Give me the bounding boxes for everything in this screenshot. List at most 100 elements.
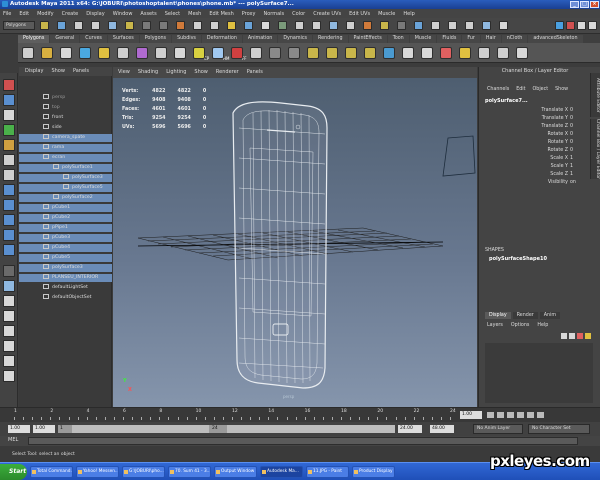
shelf-tab-advancedskeleton[interactable]: advancedSkeleton xyxy=(528,35,583,43)
panel-toggle-icon[interactable] xyxy=(555,21,564,30)
layer-tab-render[interactable]: Render xyxy=(512,312,538,319)
shelf-tool-icon[interactable] xyxy=(117,47,129,59)
play-back-icon[interactable] xyxy=(507,412,514,418)
toolbox-tool-icon[interactable] xyxy=(3,310,15,322)
menu-create-uvs[interactable]: Create UVs xyxy=(313,11,341,17)
character-set-select[interactable]: No Character Set xyxy=(528,424,590,434)
layer-menu-help[interactable]: Help xyxy=(537,323,548,328)
panel-toggle-icon[interactable] xyxy=(588,21,597,30)
shelf-tab-polygons[interactable]: Polygons xyxy=(18,35,50,43)
step-forward-icon[interactable] xyxy=(527,412,534,418)
channel-attr-value[interactable]: 0 xyxy=(570,123,573,131)
status-tool-icon[interactable] xyxy=(108,21,117,30)
status-tool-icon[interactable] xyxy=(431,21,440,30)
menu-edit-mesh[interactable]: Edit Mesh xyxy=(209,11,233,17)
status-tool-icon[interactable] xyxy=(363,21,372,30)
status-tool-icon[interactable] xyxy=(74,21,83,30)
channel-attr-row[interactable]: Scale Z1 xyxy=(485,171,593,179)
status-tool-icon[interactable] xyxy=(380,21,389,30)
layer-tool-icon[interactable] xyxy=(561,333,567,339)
outliner-menu-display[interactable]: Display xyxy=(25,67,43,76)
menu-edit[interactable]: Edit xyxy=(19,11,29,17)
current-frame-field[interactable]: 1.00 xyxy=(460,411,482,419)
channel-menu-channels[interactable]: Channels xyxy=(487,87,509,92)
shelf-tool-icon[interactable] xyxy=(98,47,110,59)
outliner-item[interactable]: rama xyxy=(19,144,112,152)
menu-normals[interactable]: Normals xyxy=(263,11,284,17)
menu-muscle[interactable]: Muscle xyxy=(378,11,395,17)
channel-attr-row[interactable]: Translate X0 xyxy=(485,107,593,115)
shelf-tool-icon[interactable] xyxy=(212,47,224,59)
channel-attr-value[interactable]: 0 xyxy=(570,107,573,115)
go-to-start-icon[interactable] xyxy=(487,412,494,418)
shelf-tab-polygons[interactable]: Polygons xyxy=(139,35,172,43)
channel-attr-value[interactable]: 1 xyxy=(570,171,573,179)
shelf-tab-general[interactable]: General xyxy=(50,35,80,43)
range-end-handle[interactable]: 24 xyxy=(209,425,227,433)
status-tool-icon[interactable] xyxy=(40,21,49,30)
channel-attr-row[interactable]: Rotate X0 xyxy=(485,131,593,139)
shelf-tool-icon[interactable] xyxy=(250,47,262,59)
shelf-tab-dynamics[interactable]: Dynamics xyxy=(278,35,313,43)
panel-toggle-icon[interactable] xyxy=(566,21,575,30)
status-tool-icon[interactable] xyxy=(499,21,508,30)
shelf-tool-icon[interactable] xyxy=(269,47,281,59)
viewport-menu-shading[interactable]: Shading xyxy=(138,67,158,78)
status-tool-icon[interactable] xyxy=(397,21,406,30)
viewport-menu-view[interactable]: View xyxy=(118,67,130,78)
outliner-item[interactable]: persp xyxy=(19,94,112,102)
outliner-item[interactable]: polySurface3 xyxy=(19,264,112,272)
close-button[interactable]: × xyxy=(590,1,599,8)
toolbox-tool-icon[interactable] xyxy=(3,214,15,226)
outliner-item[interactable]: camera_spate xyxy=(19,134,112,142)
start-time-field[interactable]: 1.00 xyxy=(8,425,30,433)
shelf-tool-icon[interactable] xyxy=(155,47,167,59)
status-tool-icon[interactable] xyxy=(329,21,338,30)
shelf-tool-icon[interactable] xyxy=(174,47,186,59)
channel-attr-value[interactable]: 0 xyxy=(570,139,573,147)
status-tool-icon[interactable] xyxy=(227,21,236,30)
shelf-tool-icon[interactable] xyxy=(22,47,34,59)
menu-edit-uvs[interactable]: Edit UVs xyxy=(349,11,370,17)
shelf-tool-icon[interactable] xyxy=(478,47,490,59)
viewport-menu-renderer[interactable]: Renderer xyxy=(216,67,239,78)
taskbar-task[interactable]: Product Display ... xyxy=(352,466,395,478)
toolbox-tool-icon[interactable] xyxy=(3,124,15,136)
taskbar-task[interactable]: 11.JPG - Paint xyxy=(306,466,349,478)
outliner-item[interactable]: polySurface1 xyxy=(19,164,112,172)
playback-end-field[interactable]: 24.00 xyxy=(398,425,422,433)
status-tool-icon[interactable] xyxy=(295,21,304,30)
shelf-tab-deformation[interactable]: Deformation xyxy=(201,35,242,43)
shelf-tool-icon[interactable] xyxy=(383,47,395,59)
toolbox-tool-icon[interactable] xyxy=(3,139,15,151)
outliner-item[interactable]: polySurface3 xyxy=(19,174,112,182)
shelf-tab-muscle[interactable]: Muscle xyxy=(409,35,437,43)
channel-attr-row[interactable]: Scale X1 xyxy=(485,155,593,163)
go-to-end-icon[interactable] xyxy=(537,412,544,418)
status-tool-icon[interactable] xyxy=(125,21,134,30)
menu-assets[interactable]: Assets xyxy=(140,11,156,17)
outliner-item[interactable]: pCube3 xyxy=(19,234,112,242)
shelf-tab-surfaces[interactable]: Surfaces xyxy=(107,35,139,43)
outliner-item[interactable]: defaultObjectSet xyxy=(19,294,112,302)
shelf-tool-icon[interactable] xyxy=(307,47,319,59)
shelf-tab-ncloth[interactable]: nCloth xyxy=(501,35,528,43)
command-input[interactable] xyxy=(28,437,578,445)
toolbox-tool-icon[interactable] xyxy=(3,370,15,382)
channel-attr-row[interactable]: Visibility on xyxy=(485,179,593,187)
channel-attr-value[interactable]: on xyxy=(570,179,576,187)
shelf-tool-icon[interactable] xyxy=(193,47,205,59)
outliner-item[interactable]: polySurface5 xyxy=(19,184,112,192)
menu-create[interactable]: Create xyxy=(62,11,79,17)
outliner-item[interactable]: PLANSEU_INTERIOR xyxy=(19,274,112,282)
status-tool-icon[interactable] xyxy=(210,21,219,30)
outliner-item[interactable]: pCube2 xyxy=(19,214,112,222)
outliner-menu-panels[interactable]: Panels xyxy=(73,67,89,76)
taskbar-task[interactable]: Autodesk Ma... xyxy=(260,466,303,478)
menu-help[interactable]: Help xyxy=(403,11,414,17)
shelf-tab-hair[interactable]: Hair xyxy=(480,35,501,43)
status-tool-icon[interactable] xyxy=(159,21,168,30)
layer-tool-icon[interactable] xyxy=(577,333,583,339)
status-tool-icon[interactable] xyxy=(91,21,100,30)
status-tool-icon[interactable] xyxy=(465,21,474,30)
